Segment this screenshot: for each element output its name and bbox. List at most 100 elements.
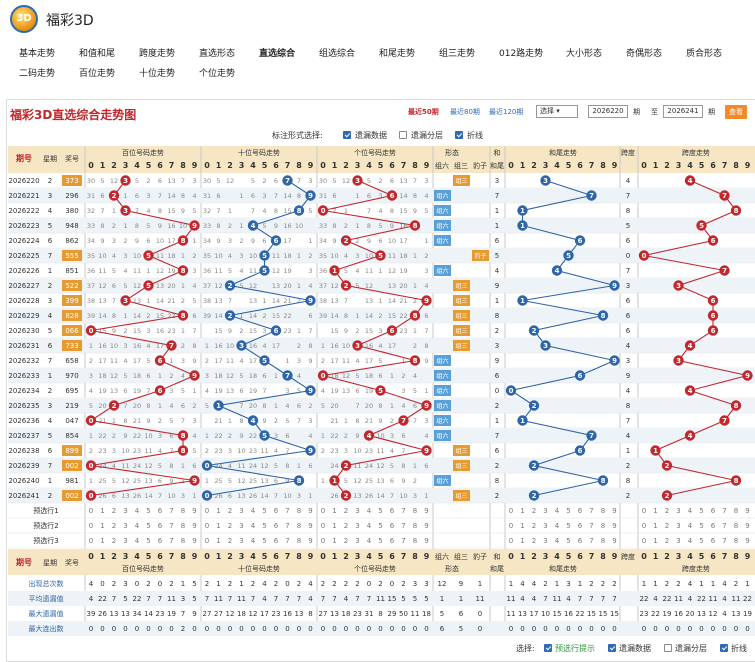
stats-value: 39 xyxy=(87,610,96,618)
forecast-digit: 2 xyxy=(665,522,669,530)
omit-value: 34 xyxy=(203,237,211,245)
omit-value: 6 xyxy=(308,312,312,320)
omit-value: 13 xyxy=(376,477,384,485)
omit-value: 3 xyxy=(228,237,232,245)
omit-value: 8 xyxy=(216,222,220,230)
forecast-digit: 9 xyxy=(192,522,196,530)
stats-value: 0 xyxy=(711,625,715,633)
stats-value: 13 xyxy=(330,610,339,618)
omit-value: 1 xyxy=(390,372,394,380)
omit-value: 15 xyxy=(330,327,338,335)
row-sum-tail: 8 xyxy=(495,312,499,320)
omit-value: 12 xyxy=(156,267,164,275)
shape-mark-text: 组三 xyxy=(455,297,467,305)
omit-value: 1 xyxy=(262,297,266,305)
forecast-digit: 2 xyxy=(532,507,536,515)
trend-ball-number: 9 xyxy=(612,282,617,290)
omit-value: 5 xyxy=(158,462,162,470)
omit-value: 1 xyxy=(205,342,209,350)
footer-digit: 3 xyxy=(355,552,361,561)
omit-value: 9 xyxy=(401,477,405,485)
forecast-digit: 1 xyxy=(653,522,657,530)
omit-value: 7 xyxy=(123,402,127,410)
omit-value: 10 xyxy=(283,492,291,500)
omit-value: 21 xyxy=(214,417,222,425)
stats-value: 0 xyxy=(135,625,139,633)
omit-value: 3 xyxy=(169,387,173,395)
forecast-digit: 1 xyxy=(332,507,336,515)
forecast-digit: 5 xyxy=(378,522,382,530)
omit-value: 5 xyxy=(146,357,150,365)
row-period: 2026232 xyxy=(8,357,39,365)
forecast-digit: 3 xyxy=(676,537,680,545)
trend-ball-number: 5 xyxy=(378,252,383,260)
stats-value: 5 xyxy=(401,595,405,603)
omit-value: 12 xyxy=(98,282,106,290)
stats-value: 4 xyxy=(89,595,94,603)
footer-digit: 7 xyxy=(169,552,175,561)
forecast-digit: 1 xyxy=(520,537,524,545)
header-digit: 1 xyxy=(653,161,659,170)
omit-value: 23 xyxy=(365,447,373,455)
omit-value: 2 xyxy=(205,447,209,455)
omit-value: 13 xyxy=(353,492,361,500)
forecast-digit: 6 xyxy=(274,507,279,515)
forecast-digit: 9 xyxy=(192,507,196,515)
stats-value: 11 xyxy=(507,610,516,618)
omit-value: 6 xyxy=(390,477,394,485)
row-weekday: 2 xyxy=(48,492,52,500)
forecast-hint-checkbox[interactable] xyxy=(544,644,552,652)
row-prize: 066 xyxy=(65,327,79,335)
omit-value: 9 xyxy=(181,207,185,215)
footer-digit: 1 xyxy=(100,552,106,561)
omit-value: 2 xyxy=(158,417,162,425)
omit-value: 3 xyxy=(205,372,209,380)
omit-value: 1 xyxy=(123,192,127,200)
stats-value: 12 xyxy=(226,610,235,618)
stats-value: 0 xyxy=(589,625,593,633)
omit-value: 1 xyxy=(146,297,150,305)
omit-value: 35 xyxy=(319,252,327,260)
omit-value: 11 xyxy=(133,267,141,275)
omit-value: 6 xyxy=(228,492,232,500)
omit-value: 1 xyxy=(181,252,185,260)
trend-ball-number: 5 xyxy=(146,282,151,290)
stats-value: 0 xyxy=(699,625,703,633)
omit-value: 3 xyxy=(262,327,266,335)
stats-value: 2 xyxy=(274,580,278,588)
omit-value: 10 xyxy=(167,492,175,500)
omit-value: 3 xyxy=(308,417,312,425)
stats-value: 2 xyxy=(378,580,382,588)
trend-ball-number: 2 xyxy=(665,492,670,500)
omit-value: 10 xyxy=(342,342,350,350)
row-prize: 002 xyxy=(65,492,78,500)
omit-value: 6 xyxy=(424,312,428,320)
stats-value: 2 xyxy=(355,580,359,588)
omit-value: 14 xyxy=(388,297,396,305)
row-sum-tail: 9 xyxy=(495,357,499,365)
omit-value: 5 xyxy=(89,402,93,410)
footer-shape: 形态 xyxy=(445,564,459,573)
trend-ball-number: 3 xyxy=(123,177,128,185)
forecast-digit: 7 xyxy=(285,522,289,530)
row-period: 2026234 xyxy=(8,387,40,395)
omit-value: 1 xyxy=(89,342,93,350)
omit-value: 20 xyxy=(283,282,291,290)
footer-omit-layer-checkbox[interactable] xyxy=(664,644,672,652)
footer-polyline-checkbox[interactable] xyxy=(720,644,728,652)
omit-value: 4 xyxy=(228,252,232,260)
stats-value: 27 xyxy=(214,610,223,618)
omit-value: 9 xyxy=(216,237,220,245)
omit-value: 6 xyxy=(251,192,255,200)
forecast-digit: 4 xyxy=(555,507,560,515)
footer-omit-data-checkbox[interactable] xyxy=(608,644,616,652)
header-digit: 1 xyxy=(100,161,106,170)
row-span: 3 xyxy=(626,357,630,365)
stats-shape-value: 0 xyxy=(478,610,482,618)
trend-ball-number: 3 xyxy=(123,207,128,215)
forecast-digit: 7 xyxy=(589,522,593,530)
stats-label: 最大连出数 xyxy=(29,624,64,633)
omit-value: 3 xyxy=(181,357,185,365)
omit-value: 8 xyxy=(146,402,150,410)
trend-ball-number: 0 xyxy=(205,492,210,500)
